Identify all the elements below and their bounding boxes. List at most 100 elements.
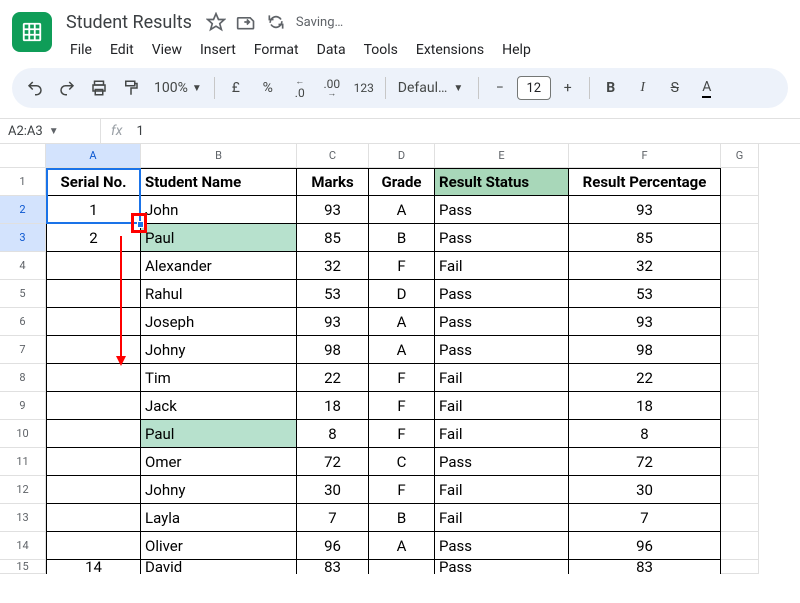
name-box[interactable]: A2:A3 ▼ [0,124,100,139]
cell[interactable]: Pass [435,560,569,574]
cell[interactable]: Fail [435,252,569,280]
cell[interactable] [721,224,759,252]
cell[interactable]: 85 [569,224,721,252]
cell[interactable]: Pass [435,448,569,476]
cell[interactable] [46,448,141,476]
row-header-13[interactable]: 13 [0,504,46,532]
menu-insert[interactable]: Insert [192,38,244,62]
cell[interactable]: A [369,308,435,336]
cell[interactable]: Pass [435,308,569,336]
cell[interactable]: D [369,280,435,308]
cell[interactable]: 8 [297,420,369,448]
row-header-15[interactable]: 15 [0,560,46,574]
cell[interactable]: 18 [569,392,721,420]
cell[interactable] [46,280,141,308]
row-header-4[interactable]: 4 [0,252,46,280]
cell[interactable]: Joseph [141,308,297,336]
cell[interactable]: Serial No. [46,168,141,196]
cell[interactable]: A [369,196,435,224]
star-icon[interactable] [206,12,226,32]
paint-format-button[interactable] [116,73,146,103]
col-header-A[interactable]: A [46,144,141,168]
menu-help[interactable]: Help [494,38,539,62]
cell[interactable]: B [369,504,435,532]
cell[interactable]: 53 [297,280,369,308]
cell[interactable]: Rahul [141,280,297,308]
cell[interactable]: 22 [297,364,369,392]
cell[interactable] [46,420,141,448]
cell[interactable]: Paul [141,224,297,252]
formula-bar[interactable]: 1 [132,124,147,139]
sheets-logo[interactable] [12,12,52,52]
menu-tools[interactable]: Tools [356,38,406,62]
zoom-dropdown[interactable]: 100%▼ [148,80,208,96]
row-header-9[interactable]: 9 [0,392,46,420]
cell[interactable]: Paul [141,420,297,448]
cell[interactable] [721,252,759,280]
col-header-B[interactable]: B [141,144,297,168]
cell[interactable]: B [369,224,435,252]
row-header-10[interactable]: 10 [0,420,46,448]
cell[interactable] [46,532,141,560]
cell[interactable]: Result Percentage [569,168,721,196]
text-color-button[interactable]: A [692,73,722,103]
col-header-C[interactable]: C [297,144,369,168]
cell[interactable]: 96 [569,532,721,560]
cell[interactable] [721,280,759,308]
cell[interactable] [721,504,759,532]
cell[interactable]: Result Status [435,168,569,196]
cell[interactable]: Fail [435,392,569,420]
row-header-12[interactable]: 12 [0,476,46,504]
cell[interactable]: 83 [297,560,369,574]
menu-view[interactable]: View [144,38,190,62]
cell[interactable]: 98 [297,336,369,364]
cell[interactable]: 32 [297,252,369,280]
cell[interactable]: Johny [141,476,297,504]
cell[interactable] [721,448,759,476]
cell[interactable]: Fail [435,364,569,392]
cell[interactable]: 14 [46,560,141,574]
cell[interactable] [46,336,141,364]
decrease-decimals-button[interactable]: ←.0 [285,73,315,103]
cell[interactable]: F [369,252,435,280]
cell[interactable] [721,196,759,224]
cell[interactable]: Student Name [141,168,297,196]
cell[interactable] [46,252,141,280]
row-header-1[interactable]: 1 [0,168,46,196]
cell[interactable]: Grade [369,168,435,196]
strikethrough-button[interactable]: S [660,73,690,103]
cell[interactable] [721,560,759,574]
decrease-font-button[interactable]: − [485,73,515,103]
row-header-7[interactable]: 7 [0,336,46,364]
cell[interactable]: 53 [569,280,721,308]
cell[interactable]: Alexander [141,252,297,280]
col-header-D[interactable]: D [369,144,435,168]
cell[interactable]: 93 [569,196,721,224]
cell[interactable]: Fail [435,476,569,504]
col-header-E[interactable]: E [435,144,569,168]
doc-title[interactable]: Student Results [62,10,196,35]
cell[interactable]: 30 [297,476,369,504]
cell[interactable]: 2 [46,224,141,252]
redo-button[interactable] [52,73,82,103]
menu-extensions[interactable]: Extensions [408,38,492,62]
cell[interactable] [46,392,141,420]
cell[interactable] [46,504,141,532]
cell[interactable]: David [141,560,297,574]
cell[interactable]: A [369,336,435,364]
row-header-14[interactable]: 14 [0,532,46,560]
cell[interactable] [721,336,759,364]
cell[interactable]: 93 [297,196,369,224]
row-header-2[interactable]: 2 [0,196,46,224]
cell[interactable]: Omer [141,448,297,476]
cell[interactable] [721,532,759,560]
menu-format[interactable]: Format [246,38,307,62]
cell[interactable]: Pass [435,336,569,364]
cell[interactable]: 72 [297,448,369,476]
cell[interactable]: A [369,532,435,560]
cell[interactable] [721,476,759,504]
cell[interactable] [721,420,759,448]
more-formats-button[interactable]: 123 [349,73,379,103]
cell[interactable]: F [369,476,435,504]
move-icon[interactable] [236,12,256,32]
